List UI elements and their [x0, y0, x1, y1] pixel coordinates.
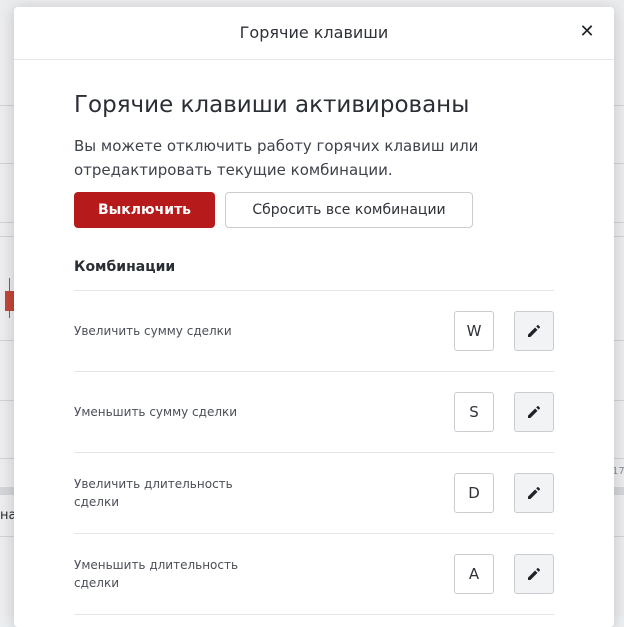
list-item: Уменьшить сумму сделки S — [74, 372, 554, 453]
edit-button[interactable] — [514, 473, 554, 513]
modal-body: Горячие клавиши активированы Вы можете о… — [74, 59, 554, 615]
list-item: Уменьшить длительность сделки A — [74, 534, 554, 615]
hotkeys-modal: Горячие клавиши ✕ Горячие клавиши активи… — [14, 7, 614, 627]
disable-button[interactable]: Выключить — [74, 192, 215, 228]
hotkey-field[interactable]: S — [454, 392, 494, 432]
hotkey-field[interactable]: W — [454, 311, 494, 351]
hotkey-field[interactable]: A — [454, 554, 494, 594]
close-icon[interactable]: ✕ — [578, 21, 596, 43]
reset-all-button[interactable]: Сбросить все комбинации — [225, 192, 473, 228]
pencil-icon — [528, 324, 541, 337]
modal-title: Горячие клавиши — [239, 23, 389, 42]
combination-label: Увеличить длительность сделки — [74, 477, 233, 509]
modal-header: Горячие клавиши ✕ — [14, 7, 614, 60]
edit-button[interactable] — [514, 554, 554, 594]
action-buttons: Выключить Сбросить все комбинации — [74, 192, 554, 228]
combination-list: Увеличить сумму сделки W Уменьшить сумму… — [74, 291, 554, 615]
pencil-icon — [528, 405, 541, 418]
combination-label: Уменьшить сумму сделки — [74, 405, 238, 419]
edit-button[interactable] — [514, 392, 554, 432]
pencil-icon — [528, 486, 541, 499]
list-item: Увеличить длительность сделки D — [74, 453, 554, 534]
hotkey-field[interactable]: D — [454, 473, 494, 513]
description-text: Вы можете отключить работу горячих клави… — [74, 137, 479, 179]
combination-label: Уменьшить длительность сделки — [74, 558, 239, 590]
section-title: Комбинации — [74, 259, 176, 275]
pencil-icon — [528, 567, 541, 580]
edit-button[interactable] — [514, 311, 554, 351]
combination-label: Увеличить сумму сделки — [74, 324, 232, 338]
page-title: Горячие клавиши активированы — [74, 92, 470, 118]
list-item: Увеличить сумму сделки W — [74, 291, 554, 372]
